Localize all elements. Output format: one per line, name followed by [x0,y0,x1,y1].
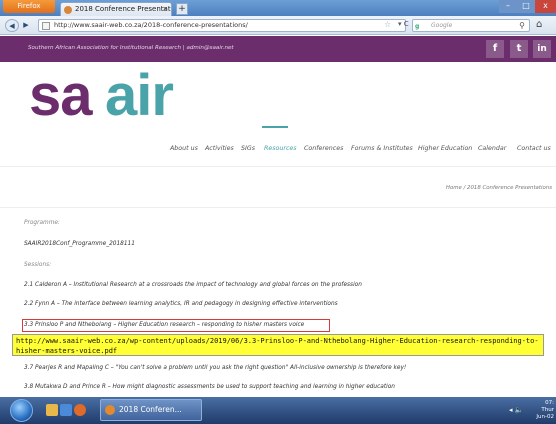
reload-icon[interactable]: ▾ C [398,20,409,28]
session-link[interactable]: 3.8 Mutakwa D and Prince R – How might d… [24,384,395,390]
programme-label: Programme: [24,220,60,226]
menu-activities[interactable]: Activities [205,145,234,152]
tab-close-icon[interactable]: × [162,3,168,16]
ie-icon[interactable] [60,404,72,416]
bookmark-star-icon[interactable]: ☆ [384,20,391,29]
window-close-button[interactable]: x [535,0,556,13]
site-identity-icon[interactable] [42,22,50,30]
session-link[interactable]: 2.2 Fynn A – The interface between learn… [24,301,338,307]
forward-button[interactable]: ▶ [21,19,31,32]
volume-icon[interactable]: ◂ 🔈 [509,406,523,414]
address-bar-url: http://www.saair-web.co.za/2018-conferen… [54,21,248,29]
windows-taskbar: 2018 Conferen... ◂ 🔈 07: Thur Jun-02 [0,397,556,424]
menu-sigs[interactable]: SIGs [241,145,255,152]
association-line: Southern African Association for Institu… [28,45,234,51]
twitter-icon[interactable]: t [510,40,528,58]
linkedin-icon[interactable]: in [533,40,551,58]
window-maximize-button[interactable]: □ [517,0,535,13]
menu-conferences[interactable]: Conferences [304,145,343,152]
clock-time: 07: [545,400,554,406]
sessions-label: Sessions: [24,262,52,268]
taskbar-firefox-window[interactable]: 2018 Conferen... [100,399,202,421]
clock-date: Jun-02 [536,414,554,420]
firefox-icon[interactable] [74,404,86,416]
taskbar-window-label: 2018 Conferen... [119,405,182,414]
logo-text-purple: sa [29,67,93,123]
menu-calendar[interactable]: Calendar [478,145,506,152]
clock[interactable]: 07: Thur Jun-02 [536,400,554,421]
firefox-menu-button[interactable]: Firefox [3,0,55,13]
explorer-icon[interactable] [46,404,58,416]
logo-text-teal: air [105,67,173,123]
session-link[interactable]: 2.1 Calderon A – Institutional Research … [24,282,362,288]
system-tray: ◂ 🔈 07: Thur Jun-02 [505,399,556,422]
session-link[interactable]: 3.7 Pearjes R and Mapaling C – "You can'… [24,365,406,371]
new-tab-button[interactable]: + [176,3,188,15]
start-button[interactable] [10,399,33,422]
menu-resources[interactable]: Resources [264,145,297,152]
search-input[interactable]: g Google ⚲ [412,19,530,32]
browser-titlebar: Firefox 2018 Conference Presentations -.… [0,0,556,16]
menu-contact-us[interactable]: Contact us [517,145,551,152]
clock-day: Thur [541,407,554,413]
session-link-focused[interactable]: 3.3 Prinsloo P and Nthebolang – Higher E… [24,322,304,328]
search-icon[interactable]: ⚲ [519,20,525,31]
menu-higher-education[interactable]: Higher Education [418,145,472,152]
menu-about-us[interactable]: About us [170,145,198,152]
back-button[interactable]: ◀ [5,19,19,32]
tab-favicon-icon [64,6,72,14]
site-top-strip: Southern African Association for Institu… [0,36,556,62]
menu-forums-institutes[interactable]: Forums & Institutes [351,145,413,152]
programme-file-link[interactable]: SAAIR2018Conf_Programme_2018111 [24,241,135,247]
browser-tab[interactable]: 2018 Conference Presentations -... × [60,2,172,16]
link-url-tooltip: http://www.saair-web.co.za/wp-content/up… [12,334,544,356]
active-menu-indicator [262,126,288,128]
divider [0,207,556,208]
divider [0,166,556,167]
window-minimize-button[interactable]: – [499,0,517,13]
facebook-icon[interactable]: f [486,40,504,58]
search-placeholder: Google [431,22,453,29]
firefox-icon [105,405,115,415]
address-bar[interactable]: http://www.saair-web.co.za/2018-conferen… [38,19,406,32]
home-icon[interactable]: ⌂ [536,19,542,30]
saair-logo[interactable]: sa air saair [29,67,209,123]
tab-title: 2018 Conference Presentations -... [75,5,171,13]
navigation-toolbar: ◀ ▶ http://www.saair-web.co.za/2018-conf… [0,16,556,35]
search-engine-icon[interactable]: g [415,21,425,30]
breadcrumb[interactable]: Home / 2018 Conference Presentations [446,185,552,191]
